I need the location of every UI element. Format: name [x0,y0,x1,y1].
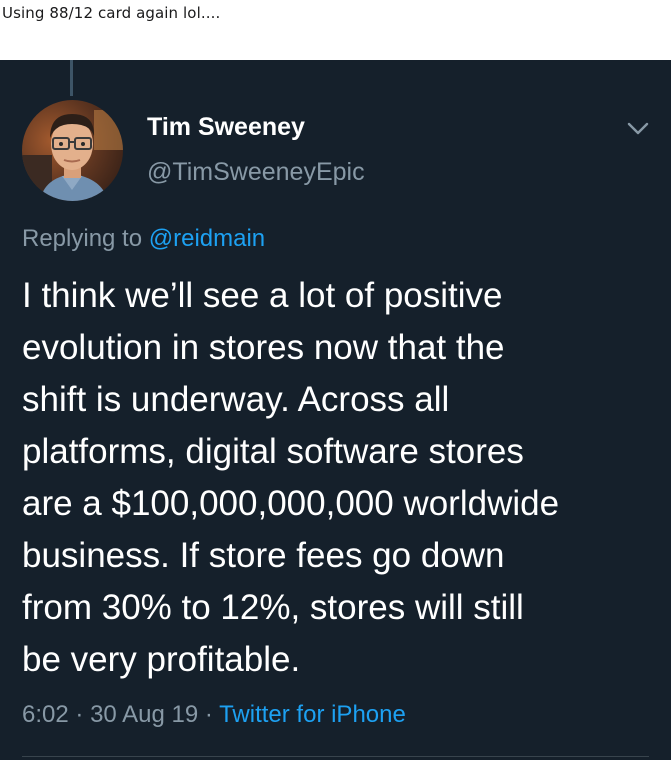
tweet-text-line: I think we’ll see a lot of positive [22,276,503,315]
tweet-meta: 6:02 · 30 Aug 19 · Twitter for iPhone [22,701,406,729]
reply-mention-link[interactable]: @reidmain [149,225,265,252]
tweet-text-line: are a $100,000,000,000 worldwide [22,484,560,523]
tweet-text: I think we’ll see a lot of positive evol… [22,270,662,686]
replying-to-label: Replying to [22,225,149,252]
tweet-text-line: platforms, digital software stores [22,432,524,471]
post-caption: Using 88/12 card again lol.... [0,0,671,58]
tweet-source-link[interactable]: Twitter for iPhone [219,701,406,728]
tweet-time[interactable]: 6:02 [22,701,69,728]
post-caption-text: Using 88/12 card again lol.... [2,4,221,22]
tweet-date[interactable]: 30 Aug 19 [90,701,198,728]
tweet-text-line: shift is underway. Across all [22,380,450,419]
replying-to-line: Replying to @reidmain [22,225,265,253]
meta-separator: · [75,701,84,728]
tweet-text-line: business. If store fees go down [22,536,505,575]
tweet-text-line: be very profitable. [22,640,301,679]
avatar[interactable] [22,100,123,201]
chevron-down-icon[interactable] [625,118,651,138]
user-handle[interactable]: @TimSweeneyEpic [147,158,365,187]
meta-separator: · [204,701,213,728]
thread-connector-line [70,60,73,96]
display-name[interactable]: Tim Sweeney [147,113,305,142]
tweet-text-line: evolution in stores now that the [22,328,505,367]
divider [22,756,649,757]
tweet-text-line: from 30% to 12%, stores will still [22,588,524,627]
tweet-card: Tim Sweeney @TimSweeneyEpic Replying to … [0,60,671,760]
profile-photo [22,100,123,201]
